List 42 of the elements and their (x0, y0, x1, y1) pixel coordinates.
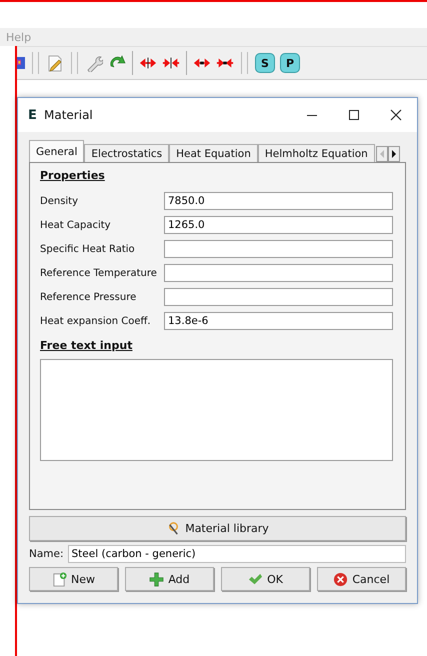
checkmark-icon (248, 572, 264, 586)
wrench-icon[interactable] (85, 54, 103, 72)
toolbar-button[interactable]: S (255, 53, 275, 73)
input-field[interactable]: 13.8e-6 (164, 312, 393, 330)
close-icon[interactable] (390, 109, 402, 121)
tab[interactable]: General (29, 140, 84, 162)
field-label: Specific Heat Ratio (40, 244, 136, 254)
action-button[interactable]: New (29, 567, 118, 591)
plus-icon (149, 572, 164, 586)
toolbar-button[interactable]: P (280, 53, 300, 73)
action-button[interactable]: Add (125, 567, 214, 591)
field-label: Density (40, 196, 80, 206)
action-button[interactable]: Cancel (317, 567, 406, 591)
tab[interactable]: Heat Equation (169, 144, 258, 162)
cancel-icon (333, 572, 348, 586)
input-field[interactable]: 1265.0 (164, 216, 393, 234)
input-field[interactable] (164, 264, 393, 282)
section-heading: Free text input (40, 339, 134, 352)
input-field[interactable]: 7850.0 (164, 192, 393, 210)
app-icon: E (28, 108, 44, 122)
input-field[interactable] (164, 240, 393, 258)
toolbar-grip[interactable] (32, 52, 39, 74)
toolbar-grip[interactable] (241, 52, 248, 74)
field-label: Reference Temperature (40, 268, 158, 278)
toolbar-grip[interactable] (71, 52, 78, 74)
tab[interactable]: Helmholtz Equation (258, 144, 375, 162)
field-label: Heat expansion Coeff. (40, 316, 152, 326)
text-area[interactable] (40, 359, 393, 461)
name-label: Name: (29, 548, 64, 560)
tab[interactable]: Electrostatics (84, 144, 170, 162)
scroll-right-icon[interactable] (388, 146, 400, 162)
window-title: Material (44, 108, 94, 122)
pencil-page-icon[interactable] (46, 54, 64, 72)
material-library-button[interactable]: Material library (29, 516, 406, 541)
section-heading: Properties (40, 169, 106, 182)
action-button[interactable]: OK (221, 567, 310, 591)
new-page-icon (52, 572, 67, 586)
maximize-icon[interactable] (348, 109, 360, 121)
name-field[interactable]: Steel (carbon - generic) (68, 545, 406, 563)
field-label: Heat Capacity (40, 220, 112, 230)
field-label: Reference Pressure (40, 292, 138, 302)
input-field[interactable] (164, 288, 393, 306)
